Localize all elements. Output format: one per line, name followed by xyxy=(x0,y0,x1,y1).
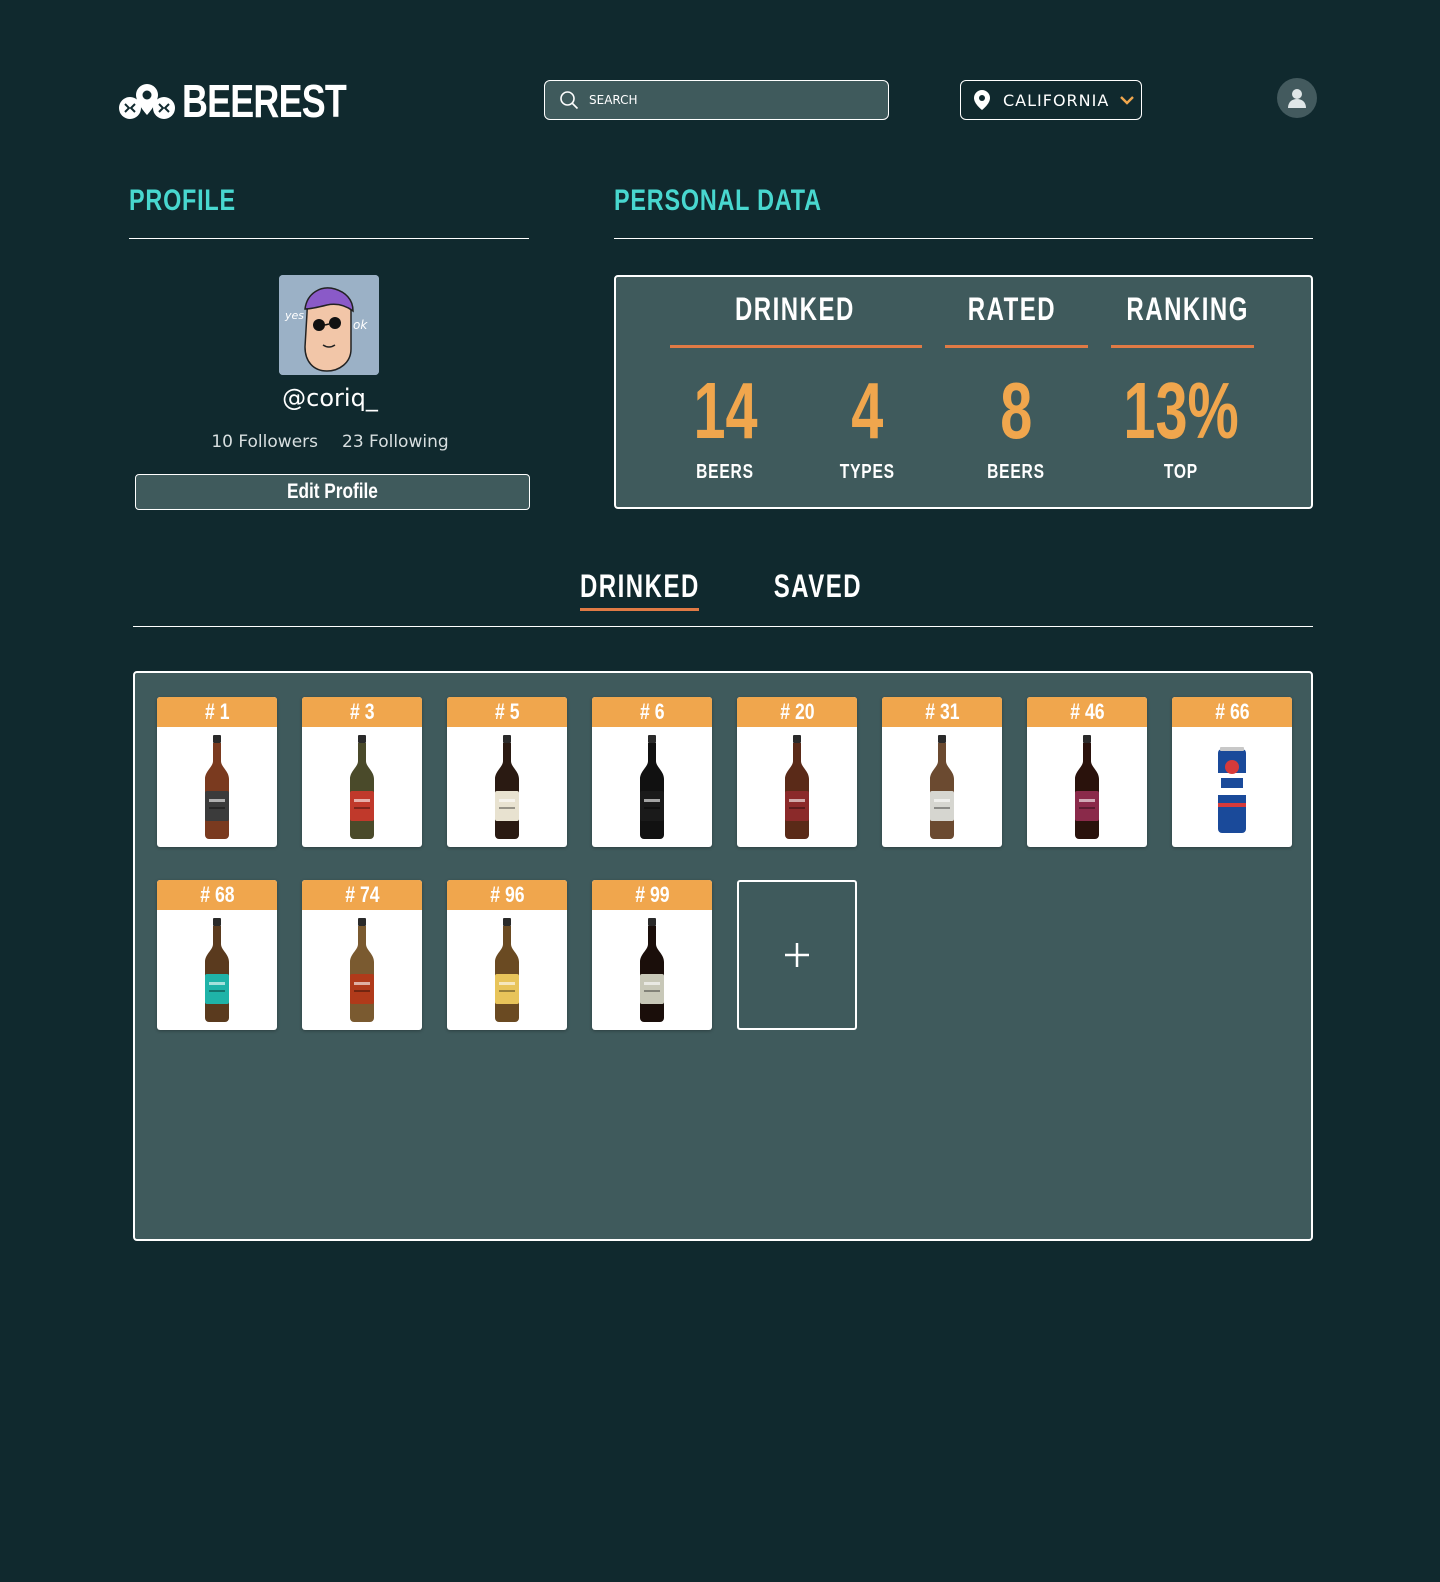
beer-bottle-image xyxy=(205,735,229,839)
svg-text:ok: ok xyxy=(353,318,368,332)
stat-divider-rated xyxy=(945,345,1088,348)
stat-label-beers-rated: BEERS xyxy=(987,461,1045,483)
profile-divider xyxy=(129,238,529,239)
beer-rank: # 74 xyxy=(302,880,422,910)
username: @coriq_ xyxy=(282,384,378,412)
beer-rank: # 20 xyxy=(737,697,857,727)
following-count[interactable]: 23 Following xyxy=(342,432,449,452)
beer-rank: # 46 xyxy=(1027,697,1147,727)
logo[interactable]: BEEREST xyxy=(118,78,392,124)
beer-card[interactable]: # 1 xyxy=(157,697,277,847)
personal-data-panel: DRINKED RATED RANKING 14 4 8 13% BEERS T… xyxy=(614,275,1313,509)
pin-cluster-logo-icon xyxy=(119,84,175,119)
tab-saved[interactable]: SAVED xyxy=(738,568,898,605)
beer-rank: # 5 xyxy=(447,697,567,727)
beer-card[interactable]: # 46 xyxy=(1027,697,1147,847)
beer-bottle-image xyxy=(495,918,519,1022)
beer-bottle-image xyxy=(205,918,229,1022)
active-tab-indicator xyxy=(580,608,699,611)
location-value: CALIFORNIA xyxy=(1003,90,1110,110)
stat-divider-ranking xyxy=(1111,345,1254,348)
stat-label-beers-drinked: BEERS xyxy=(696,461,754,483)
location-select[interactable]: CALIFORNIA xyxy=(960,80,1142,120)
beer-can-image xyxy=(1218,747,1246,833)
chevron-down-icon xyxy=(1120,96,1135,105)
tabs-divider xyxy=(133,626,1313,627)
personal-data-title: PERSONAL DATA xyxy=(614,184,822,217)
beer-card[interactable]: # 5 xyxy=(447,697,567,847)
beer-rank: # 1 xyxy=(157,697,277,727)
beer-rank: # 66 xyxy=(1172,697,1292,727)
beer-rank: # 3 xyxy=(302,697,422,727)
plus-icon xyxy=(785,943,809,967)
beer-card[interactable]: # 20 xyxy=(737,697,857,847)
beer-grid: # 1 # 3 # 5 # 6 # 20 # 31 # 46 # 66 # 68 # 74 # 96… xyxy=(133,671,1313,1241)
edit-profile-label: Edit Profile xyxy=(287,480,378,503)
beer-rank: # 96 xyxy=(447,880,567,910)
beer-bottle-image xyxy=(350,735,374,839)
beer-card[interactable]: # 66 xyxy=(1172,697,1292,847)
beer-card[interactable]: # 31 xyxy=(882,697,1002,847)
beer-rank: # 31 xyxy=(882,697,1002,727)
beer-card[interactable]: # 96 xyxy=(447,880,567,1030)
search-bar[interactable] xyxy=(544,80,889,120)
stat-header-ranking: RANKING xyxy=(1126,291,1249,327)
beer-card[interactable]: # 74 xyxy=(302,880,422,1030)
beer-bottle-image xyxy=(350,918,374,1022)
follow-counts: 10 Followers 23 Following xyxy=(180,432,480,452)
stat-header-rated: RATED xyxy=(967,291,1057,327)
search-icon xyxy=(560,91,579,110)
map-pin-icon xyxy=(974,90,990,110)
beer-card[interactable]: # 6 xyxy=(592,697,712,847)
user-menu-button[interactable] xyxy=(1277,78,1317,118)
user-icon xyxy=(1288,89,1306,108)
beer-rank: # 99 xyxy=(592,880,712,910)
stat-value-ranking: 13% xyxy=(1123,366,1239,455)
edit-profile-button[interactable]: Edit Profile xyxy=(135,474,530,510)
stat-value-types-drinked: 4 xyxy=(850,366,884,455)
beer-bottle-image xyxy=(640,735,664,839)
stat-label-ranking: TOP xyxy=(1163,461,1199,483)
beer-card[interactable]: # 68 xyxy=(157,880,277,1030)
beer-rank: # 6 xyxy=(592,697,712,727)
profile-avatar: yes ok xyxy=(279,275,379,375)
stat-value-beers-rated: 8 xyxy=(999,366,1033,455)
beer-bottle-image xyxy=(640,918,664,1022)
beer-bottle-image xyxy=(930,735,954,839)
search-input[interactable] xyxy=(589,93,869,107)
stat-divider-drinked xyxy=(670,345,922,348)
stat-header-drinked: DRINKED xyxy=(735,291,855,327)
add-beer-button[interactable] xyxy=(737,880,857,1030)
stat-value-beers-drinked: 14 xyxy=(692,366,758,455)
profile-title: PROFILE xyxy=(129,184,236,217)
stat-label-types-drinked: TYPES xyxy=(839,461,895,483)
tab-drinked[interactable]: DRINKED xyxy=(560,568,720,605)
beer-card[interactable]: # 3 xyxy=(302,697,422,847)
followers-count[interactable]: 10 Followers xyxy=(211,432,318,452)
beer-bottle-image xyxy=(1075,735,1099,839)
beer-rank: # 68 xyxy=(157,880,277,910)
beer-bottle-image xyxy=(495,735,519,839)
svg-text:yes: yes xyxy=(284,309,304,322)
beer-bottle-image xyxy=(785,735,809,839)
personal-data-divider xyxy=(614,238,1313,239)
logo-text: BEEREST xyxy=(182,75,347,127)
beer-card[interactable]: # 99 xyxy=(592,880,712,1030)
